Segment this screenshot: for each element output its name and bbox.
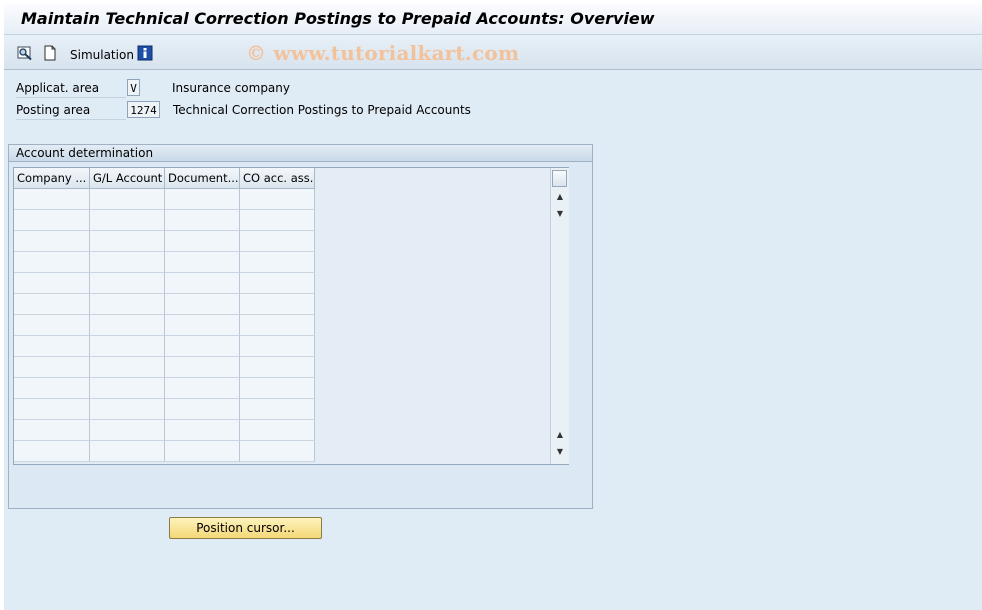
table-cell[interactable] bbox=[14, 189, 90, 210]
column-header-company[interactable]: Company ... bbox=[14, 168, 90, 189]
table-cell[interactable] bbox=[165, 210, 240, 231]
table-cell[interactable] bbox=[14, 294, 90, 315]
table-cell[interactable] bbox=[240, 273, 315, 294]
table-cell[interactable] bbox=[165, 189, 240, 210]
table-cell[interactable] bbox=[14, 378, 90, 399]
vertical-scrollbar[interactable]: ▲ ▼ ▲ ▼ bbox=[550, 168, 569, 464]
table-cell[interactable] bbox=[90, 420, 165, 441]
applic-area-label: Applicat. area bbox=[16, 79, 126, 98]
table-cell[interactable] bbox=[240, 399, 315, 420]
table-cell[interactable] bbox=[165, 231, 240, 252]
table-cell[interactable] bbox=[240, 420, 315, 441]
table-cell[interactable] bbox=[14, 273, 90, 294]
account-determination-group: Account determination Company ... G/L Ac… bbox=[8, 144, 593, 509]
table-cell[interactable] bbox=[14, 252, 90, 273]
table-cell[interactable] bbox=[14, 336, 90, 357]
position-cursor-button[interactable]: Position cursor... bbox=[169, 517, 322, 539]
simulation-button[interactable]: Simulation bbox=[70, 48, 134, 62]
table-cell[interactable] bbox=[240, 357, 315, 378]
table-cell[interactable] bbox=[90, 357, 165, 378]
table-cell[interactable] bbox=[90, 252, 165, 273]
table-cell[interactable] bbox=[90, 189, 165, 210]
table-cell[interactable] bbox=[240, 252, 315, 273]
page-up-icon[interactable]: ▲ bbox=[554, 429, 566, 441]
column-header-co-acc-ass[interactable]: CO acc. ass. bbox=[240, 168, 315, 189]
table-cell[interactable] bbox=[14, 357, 90, 378]
table-cell[interactable] bbox=[90, 315, 165, 336]
table-cell[interactable] bbox=[240, 189, 315, 210]
table-cell[interactable] bbox=[240, 336, 315, 357]
table-cell[interactable] bbox=[90, 231, 165, 252]
page-title: Maintain Technical Correction Postings t… bbox=[21, 9, 655, 28]
application-toolbar: Simulation © www.tutorialkart.com bbox=[4, 35, 982, 70]
table-cell[interactable] bbox=[14, 231, 90, 252]
table-cell[interactable] bbox=[165, 336, 240, 357]
column-header-document[interactable]: Document... bbox=[165, 168, 240, 189]
table-cell[interactable] bbox=[165, 315, 240, 336]
page-down-icon[interactable]: ▼ bbox=[554, 446, 566, 458]
table-cell[interactable] bbox=[240, 315, 315, 336]
table-cell[interactable] bbox=[90, 336, 165, 357]
table-cell[interactable] bbox=[165, 441, 240, 462]
table-cell[interactable] bbox=[90, 441, 165, 462]
display-change-icon[interactable] bbox=[17, 45, 33, 61]
table-cell[interactable] bbox=[14, 399, 90, 420]
table-cell[interactable] bbox=[14, 315, 90, 336]
posting-area-label: Posting area bbox=[16, 101, 126, 120]
table-cell[interactable] bbox=[14, 210, 90, 231]
scroll-select-button[interactable] bbox=[552, 170, 567, 187]
sap-window: Maintain Technical Correction Postings t… bbox=[4, 4, 982, 610]
new-document-icon[interactable] bbox=[42, 45, 58, 61]
table-cell[interactable] bbox=[165, 273, 240, 294]
table-cell[interactable] bbox=[165, 252, 240, 273]
table-cell[interactable] bbox=[90, 399, 165, 420]
watermark-text: © www.tutorialkart.com bbox=[246, 41, 520, 65]
table-cell[interactable] bbox=[240, 210, 315, 231]
table-cell[interactable] bbox=[90, 378, 165, 399]
table-cell[interactable] bbox=[165, 357, 240, 378]
title-bar: Maintain Technical Correction Postings t… bbox=[4, 4, 982, 35]
table-cell[interactable] bbox=[165, 294, 240, 315]
table-cell[interactable] bbox=[165, 399, 240, 420]
table-cell[interactable] bbox=[240, 378, 315, 399]
group-title: Account determination bbox=[9, 145, 592, 162]
table-cell[interactable] bbox=[240, 441, 315, 462]
table-cell[interactable] bbox=[165, 378, 240, 399]
posting-area-description: Technical Correction Postings to Prepaid… bbox=[173, 103, 471, 117]
scroll-down-icon[interactable]: ▼ bbox=[554, 208, 566, 220]
scroll-up-icon[interactable]: ▲ bbox=[554, 191, 566, 203]
table-cell[interactable] bbox=[90, 294, 165, 315]
table-cell[interactable] bbox=[90, 273, 165, 294]
posting-area-field[interactable]: 1274 bbox=[127, 101, 160, 118]
table-cell[interactable] bbox=[240, 231, 315, 252]
applic-area-field[interactable]: V bbox=[127, 79, 140, 96]
table-cell[interactable] bbox=[165, 420, 240, 441]
account-determination-table: Company ... G/L Account Document... CO a… bbox=[13, 167, 569, 465]
info-icon[interactable] bbox=[137, 45, 153, 61]
applic-area-description: Insurance company bbox=[172, 81, 290, 95]
column-header-gl-account[interactable]: G/L Account bbox=[90, 168, 165, 189]
table-cell[interactable] bbox=[14, 420, 90, 441]
table-cell[interactable] bbox=[14, 441, 90, 462]
table-cell[interactable] bbox=[240, 294, 315, 315]
table-cell[interactable] bbox=[90, 210, 165, 231]
